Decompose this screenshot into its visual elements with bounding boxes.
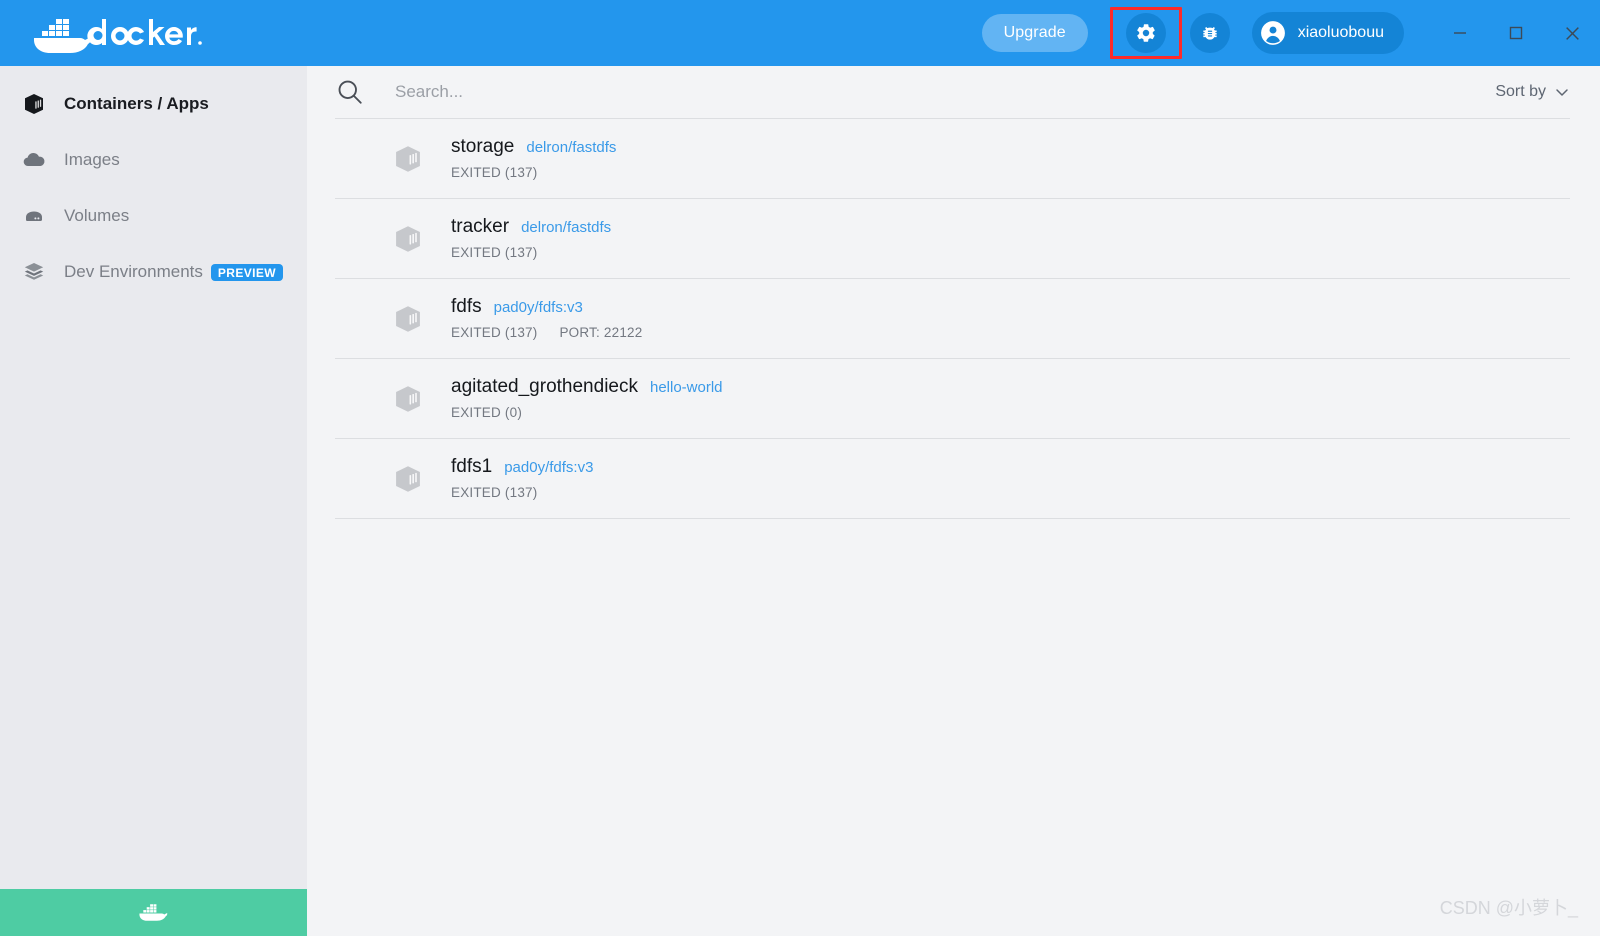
window-controls bbox=[1432, 0, 1600, 66]
container-image[interactable]: pad0y/fdfs:v3 bbox=[504, 460, 593, 477]
layers-icon bbox=[18, 260, 50, 284]
upgrade-button[interactable]: Upgrade bbox=[982, 14, 1088, 52]
sidebar-item-label: Images bbox=[64, 150, 120, 170]
cloud-icon bbox=[18, 148, 50, 172]
container-hexagon-icon bbox=[385, 462, 431, 496]
docker-whale-icon bbox=[34, 19, 91, 53]
sidebar-item-dev-environments[interactable]: Dev Environments PREVIEW bbox=[0, 244, 307, 300]
docker-wordmark bbox=[87, 19, 201, 45]
container-hexagon-icon bbox=[385, 142, 431, 176]
bug-icon bbox=[1200, 23, 1220, 43]
container-status: EXITED (137) bbox=[451, 485, 537, 500]
close-button[interactable] bbox=[1544, 0, 1600, 66]
row-meta: EXITED (137) PORT: 22122 bbox=[451, 325, 642, 340]
title-bar-actions: Upgrade bbox=[982, 0, 1600, 66]
sidebar-item-label: Volumes bbox=[64, 206, 129, 226]
table-row[interactable]: tracker delron/fastdfs EXITED (137) bbox=[335, 199, 1570, 279]
minimize-button[interactable] bbox=[1432, 0, 1488, 66]
container-name: storage bbox=[451, 137, 514, 158]
row-title: storage delron/fastdfs bbox=[451, 137, 616, 158]
row-text: storage delron/fastdfs EXITED (137) bbox=[451, 137, 616, 180]
table-row[interactable]: fdfs pad0y/fdfs:v3 EXITED (137) PORT: 22… bbox=[335, 279, 1570, 359]
status-bar bbox=[0, 889, 307, 936]
table-row[interactable]: agitated_grothendieck hello-world EXITED… bbox=[335, 359, 1570, 439]
row-title: fdfs1 pad0y/fdfs:v3 bbox=[451, 457, 593, 478]
troubleshoot-button[interactable] bbox=[1190, 13, 1230, 53]
container-name: tracker bbox=[451, 217, 509, 238]
table-row[interactable]: fdfs1 pad0y/fdfs:v3 EXITED (137) bbox=[335, 439, 1570, 519]
sidebar-item-label: Containers / Apps bbox=[64, 94, 209, 114]
container-status: EXITED (137) bbox=[451, 245, 537, 260]
container-image[interactable]: delron/fastdfs bbox=[521, 220, 611, 237]
maximize-button[interactable] bbox=[1488, 0, 1544, 66]
container-image[interactable]: delron/fastdfs bbox=[526, 140, 616, 157]
row-title: fdfs pad0y/fdfs:v3 bbox=[451, 297, 642, 318]
row-text: agitated_grothendieck hello-world EXITED… bbox=[451, 377, 723, 420]
sidebar-item-images[interactable]: Images bbox=[0, 132, 307, 188]
docker-logo bbox=[28, 13, 228, 53]
table-row[interactable]: storage delron/fastdfs EXITED (137) bbox=[335, 119, 1570, 199]
docker-desktop-window: Upgrade bbox=[0, 0, 1600, 936]
container-status: EXITED (0) bbox=[451, 405, 522, 420]
sidebar-item-label: Dev Environments bbox=[64, 262, 203, 282]
container-hexagon-icon bbox=[385, 222, 431, 256]
container-name: agitated_grothendieck bbox=[451, 377, 638, 398]
sort-by-dropdown[interactable]: Sort by bbox=[1495, 83, 1570, 101]
watermark: CSDN @小萝卜_ bbox=[1440, 894, 1578, 920]
close-icon bbox=[1564, 25, 1581, 42]
row-title: tracker delron/fastdfs bbox=[451, 217, 611, 238]
sidebar-item-volumes[interactable]: Volumes bbox=[0, 188, 307, 244]
container-name: fdfs1 bbox=[451, 457, 492, 478]
container-hexagon-icon bbox=[385, 382, 431, 416]
user-account-button[interactable]: xiaoluobouu bbox=[1252, 12, 1404, 54]
main-content: Sort by bbox=[307, 66, 1600, 936]
search-icon[interactable] bbox=[335, 77, 365, 107]
container-hexagon-icon bbox=[385, 302, 431, 336]
user-avatar-icon bbox=[1260, 20, 1286, 46]
settings-icon-circle[interactable] bbox=[1126, 13, 1166, 53]
maximize-icon bbox=[1508, 25, 1524, 41]
container-status: EXITED (137) bbox=[451, 165, 537, 180]
sort-by-label: Sort by bbox=[1495, 83, 1546, 101]
docker-whale-icon bbox=[137, 900, 171, 926]
row-meta: EXITED (0) bbox=[451, 405, 723, 420]
row-text: fdfs1 pad0y/fdfs:v3 EXITED (137) bbox=[451, 457, 593, 500]
sidebar-item-containers-apps[interactable]: Containers / Apps bbox=[0, 76, 307, 132]
volume-drive-icon bbox=[18, 204, 50, 228]
username-label: xiaoluobouu bbox=[1298, 24, 1384, 42]
search-toolbar: Sort by bbox=[307, 66, 1600, 118]
search-input[interactable] bbox=[393, 81, 1097, 103]
chevron-down-icon bbox=[1554, 84, 1570, 100]
settings-button[interactable] bbox=[1110, 7, 1182, 59]
container-port[interactable]: PORT: 22122 bbox=[559, 325, 642, 340]
row-meta: EXITED (137) bbox=[451, 165, 616, 180]
container-status: EXITED (137) bbox=[451, 325, 537, 340]
sidebar: Containers / Apps Images Volumes bbox=[0, 66, 307, 889]
container-image[interactable]: pad0y/fdfs:v3 bbox=[494, 300, 583, 317]
container-box-icon bbox=[18, 92, 50, 116]
row-text: fdfs pad0y/fdfs:v3 EXITED (137) PORT: 22… bbox=[451, 297, 642, 340]
title-bar: Upgrade bbox=[0, 0, 1600, 66]
row-meta: EXITED (137) bbox=[451, 485, 593, 500]
container-image[interactable]: hello-world bbox=[650, 380, 723, 397]
row-text: tracker delron/fastdfs EXITED (137) bbox=[451, 217, 611, 260]
row-title: agitated_grothendieck hello-world bbox=[451, 377, 723, 398]
row-meta: EXITED (137) bbox=[451, 245, 611, 260]
container-list: storage delron/fastdfs EXITED (137) bbox=[335, 118, 1570, 519]
container-name: fdfs bbox=[451, 297, 482, 318]
gear-icon bbox=[1135, 22, 1157, 44]
minimize-icon bbox=[1452, 25, 1468, 41]
preview-badge: PREVIEW bbox=[211, 264, 283, 281]
